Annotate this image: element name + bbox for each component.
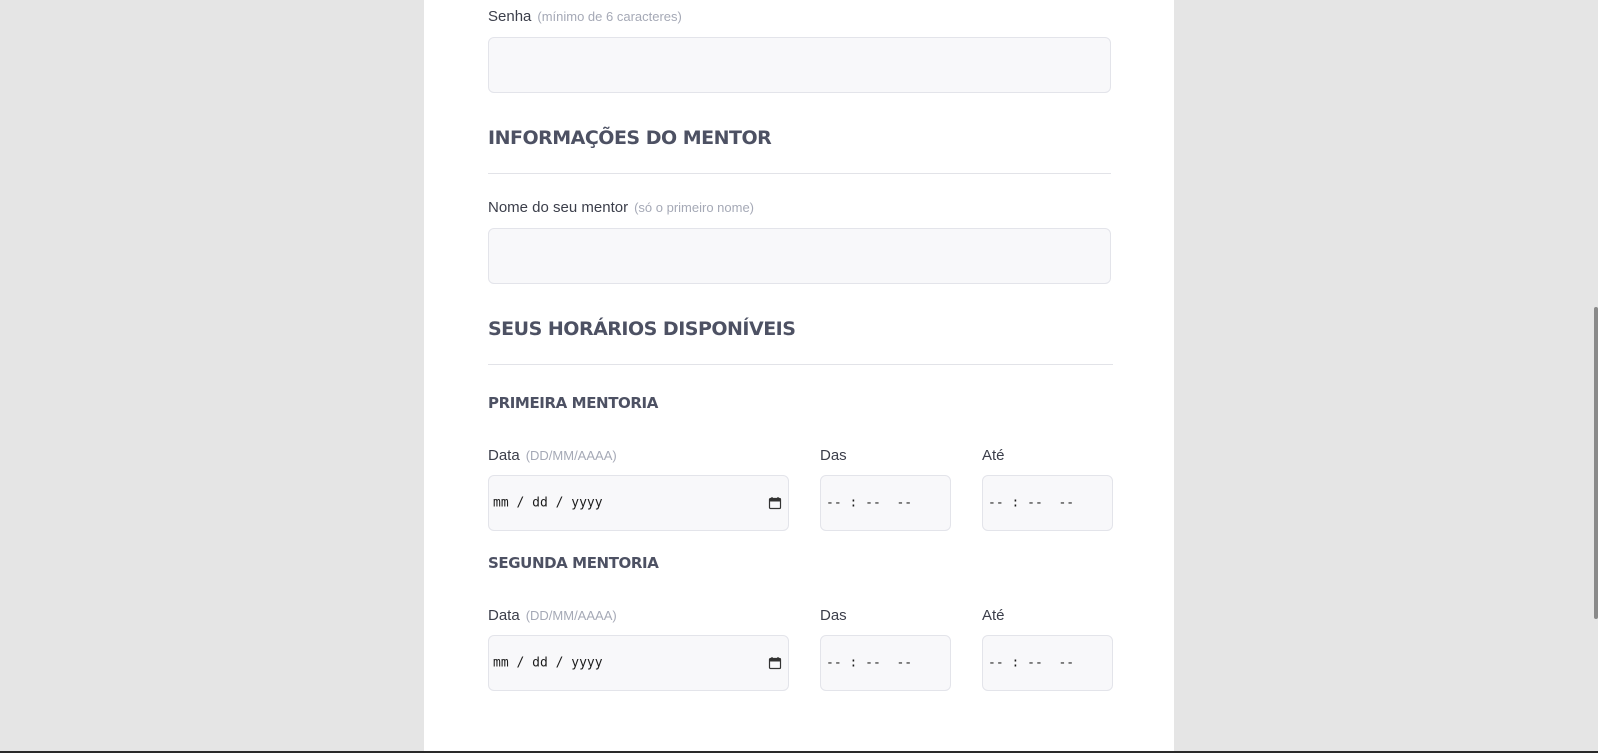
- second-from-value: -- : -- --: [826, 655, 913, 671]
- first-session-title: PRIMEIRA MENTORIA: [488, 394, 658, 412]
- second-date-label: Data: [488, 607, 520, 624]
- calendar-icon[interactable]: [768, 496, 782, 510]
- first-date-value: mm / dd / yyyy: [493, 495, 603, 511]
- mentor-name-hint: (só o primeiro nome): [634, 200, 755, 215]
- first-date-label-row: Data (DD/MM/AAAA): [488, 447, 617, 464]
- second-to-label: Até: [982, 607, 1005, 624]
- mentor-name-label: Nome do seu mentor: [488, 199, 629, 216]
- first-to-time-field[interactable]: -- : -- --: [982, 475, 1113, 531]
- first-to-value: -- : -- --: [988, 495, 1075, 511]
- first-date-label: Data: [488, 447, 520, 464]
- second-date-value: mm / dd / yyyy: [493, 655, 603, 671]
- mentor-section-title: INFORMAÇÕES DO MENTOR: [488, 127, 772, 149]
- second-date-field[interactable]: mm / dd / yyyy: [488, 635, 789, 691]
- password-field[interactable]: [488, 37, 1111, 93]
- mentor-name-field[interactable]: [488, 228, 1111, 284]
- second-from-label: Das: [820, 607, 847, 624]
- first-date-field[interactable]: mm / dd / yyyy: [488, 475, 789, 531]
- calendar-icon[interactable]: [768, 656, 782, 670]
- mentor-section-divider: [488, 173, 1111, 174]
- first-to-label: Até: [982, 447, 1005, 464]
- mentor-name-label-row: Nome do seu mentor (só o primeiro nome): [488, 199, 754, 216]
- password-label-row: Senha (mínimo de 6 caracteres): [488, 8, 682, 25]
- schedule-section-title: SEUS HORÁRIOS DISPONÍVEIS: [488, 318, 796, 340]
- second-to-value: -- : -- --: [988, 655, 1075, 671]
- password-label: Senha: [488, 8, 532, 25]
- schedule-section-divider: [488, 364, 1113, 365]
- second-session-title: SEGUNDA MENTORIA: [488, 554, 659, 572]
- form-card: Senha (mínimo de 6 caracteres) INFORMAÇÕE…: [424, 0, 1174, 753]
- page: Senha (mínimo de 6 caracteres) INFORMAÇÕE…: [0, 0, 1598, 753]
- first-from-value: -- : -- --: [826, 495, 913, 511]
- scrollbar-thumb[interactable]: [1594, 307, 1598, 619]
- password-hint: (mínimo de 6 caracteres): [537, 9, 682, 24]
- second-from-time-field[interactable]: -- : -- --: [820, 635, 951, 691]
- second-to-time-field[interactable]: -- : -- --: [982, 635, 1113, 691]
- second-date-hint: (DD/MM/AAAA): [525, 608, 617, 623]
- first-from-label: Das: [820, 447, 847, 464]
- first-from-time-field[interactable]: -- : -- --: [820, 475, 951, 531]
- second-date-label-row: Data (DD/MM/AAAA): [488, 607, 617, 624]
- first-date-hint: (DD/MM/AAAA): [525, 448, 617, 463]
